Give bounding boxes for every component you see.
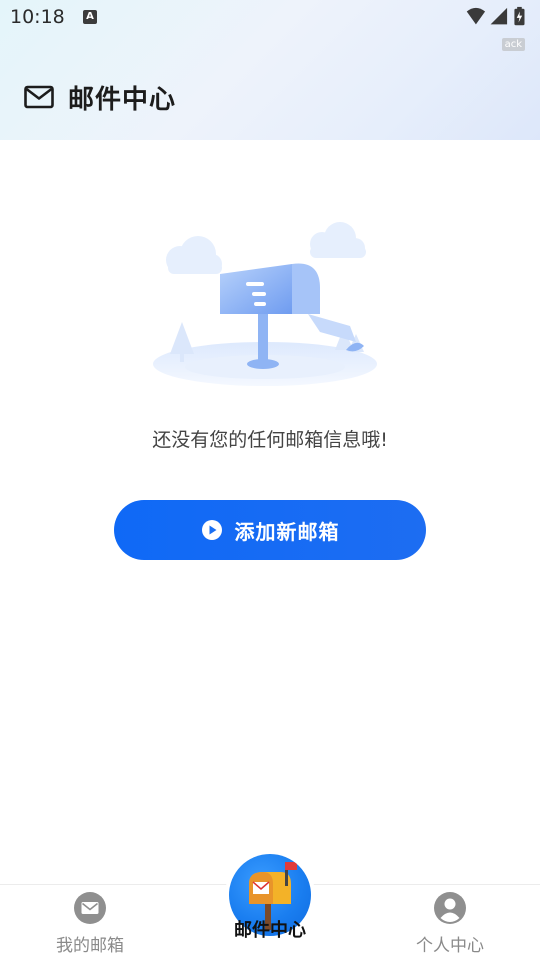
page-title: 邮件中心	[68, 84, 177, 115]
add-new-mailbox-button[interactable]: 添加新邮箱	[114, 500, 426, 560]
ack-badge: ack	[501, 38, 525, 51]
title-bar: 邮件中心	[24, 78, 176, 116]
tab-label: 我的邮箱	[56, 936, 124, 956]
mailbox-illustration	[153, 222, 377, 386]
tab-label: 个人中心	[416, 936, 484, 956]
empty-state-message: 还没有您的任何邮箱信息哦!	[152, 429, 388, 451]
tab-mail-center[interactable]: 邮件中心	[225, 850, 315, 941]
status-icons	[466, 6, 525, 26]
accessibility-a-icon: A	[83, 10, 97, 24]
add-button-label: 添加新邮箱	[234, 519, 340, 544]
play-circle-icon	[201, 520, 222, 540]
mail-icon	[24, 85, 54, 109]
fab-label: 邮件中心	[234, 920, 306, 941]
tab-profile[interactable]: 个人中心	[360, 885, 540, 961]
signal-icon	[490, 7, 508, 25]
battery-charging-icon	[514, 6, 525, 26]
status-time: 10:18	[10, 6, 65, 28]
profile-icon	[434, 892, 466, 924]
mailbox-tab-icon	[74, 892, 106, 924]
wifi-icon	[466, 7, 486, 25]
tab-my-mailbox[interactable]: 我的邮箱	[0, 885, 180, 961]
status-bar: 10:18 A	[0, 0, 540, 36]
